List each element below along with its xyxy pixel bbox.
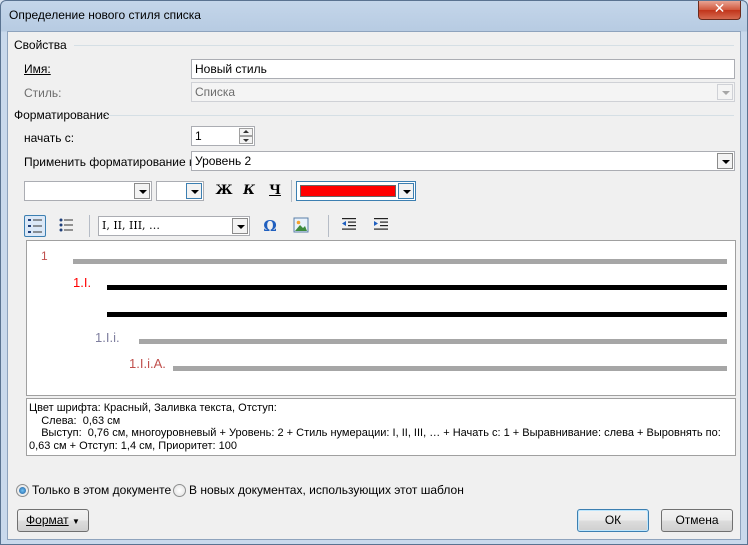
numbered-list-icon xyxy=(28,219,42,233)
format-button[interactable]: Формат ▼ xyxy=(17,509,89,532)
preview-level-1-line xyxy=(73,259,727,264)
caret-down-icon: ▼ xyxy=(72,517,80,526)
formatting-section-title: Форматирование xyxy=(14,108,110,122)
preview-level-3-line xyxy=(139,339,727,344)
preview-level-4-label: 1.I.i.A. xyxy=(129,356,166,371)
spin-up-icon[interactable] xyxy=(239,128,253,136)
spin-buttons[interactable] xyxy=(239,128,253,144)
window-title: Определение нового стиля списка xyxy=(9,8,201,22)
apply-to-select[interactable]: Уровень 2 xyxy=(191,151,735,171)
chevron-down-icon[interactable] xyxy=(717,153,733,169)
only-this-document-radio[interactable] xyxy=(16,484,29,497)
close-button[interactable]: ✕ xyxy=(698,1,741,20)
insert-symbol-button[interactable]: Ω xyxy=(259,215,281,237)
bulleted-list-icon xyxy=(59,218,73,232)
dialog-client: Свойства Имя: Новый стиль Стиль: Списка … xyxy=(7,31,741,540)
description-line: Цвет шрифта: Красный, Заливка текста, От… xyxy=(29,402,277,414)
increase-indent-button[interactable] xyxy=(372,216,392,236)
name-input[interactable]: Новый стиль xyxy=(191,59,735,79)
bulleted-list-button[interactable] xyxy=(56,215,78,237)
font-color-swatch xyxy=(300,185,396,197)
chevron-down-icon[interactable] xyxy=(398,183,414,199)
chevron-down-icon[interactable] xyxy=(186,183,202,199)
toolbar-separator xyxy=(328,215,329,237)
close-icon: ✕ xyxy=(713,1,726,17)
chevron-down-icon[interactable] xyxy=(134,183,150,199)
properties-separator xyxy=(74,45,734,46)
numbering-style-value: I, II, III, … xyxy=(102,219,161,232)
chevron-down-icon xyxy=(717,84,733,100)
style-label: Стиль: xyxy=(24,86,62,100)
preview-level-2-line-2 xyxy=(107,312,727,317)
preview-level-2-line xyxy=(107,285,727,290)
chevron-down-icon[interactable] xyxy=(232,218,248,234)
properties-section-title: Свойства xyxy=(14,38,67,52)
preview-level-1-label: 1 xyxy=(41,249,48,263)
description-line: Слева: 0,63 см xyxy=(29,414,121,427)
toolbar-separator xyxy=(291,180,292,202)
toolbar-separator xyxy=(89,215,90,237)
picture-icon xyxy=(293,217,309,233)
underline-button[interactable]: Ч xyxy=(264,180,286,202)
decrease-indent-icon xyxy=(342,218,356,230)
only-this-document-label[interactable]: Только в этом документе xyxy=(32,483,171,497)
apply-label: Применить форматирование к: xyxy=(24,155,198,169)
preview-level-2-label: 1.I. xyxy=(73,275,92,290)
name-label-text: Имя: xyxy=(24,62,51,76)
new-documents-label[interactable]: В новых документах, использующих этот ша… xyxy=(189,483,464,497)
cancel-button[interactable]: Отмена xyxy=(661,509,733,532)
style-description: Цвет шрифта: Красный, Заливка текста, От… xyxy=(26,398,736,456)
format-button-label: Формат xyxy=(26,513,69,527)
description-line: Выступ: 0,76 см, многоуровневый + Уровен… xyxy=(29,427,721,439)
font-name-select[interactable] xyxy=(24,181,152,201)
numbered-list-button[interactable] xyxy=(24,215,46,237)
font-size-select[interactable] xyxy=(156,181,204,201)
increase-indent-icon xyxy=(374,218,388,230)
style-select-value: Списка xyxy=(195,85,236,99)
start-value: 1 xyxy=(195,129,202,143)
italic-button[interactable]: К xyxy=(238,180,260,202)
preview-level-3-label: 1.I.i. xyxy=(95,330,120,345)
title-bar[interactable]: Определение нового стиля списка ✕ xyxy=(1,1,747,31)
insert-picture-button[interactable] xyxy=(292,216,312,236)
dialog-window: Определение нового стиля списка ✕ Свойст… xyxy=(0,0,748,545)
name-label: Имя: xyxy=(24,62,51,76)
font-color-picker[interactable] xyxy=(296,181,416,201)
formatting-separator xyxy=(106,115,734,116)
list-preview: 1 1.I. 1.I.i. 1.I.i.A. xyxy=(26,240,736,396)
decrease-indent-button[interactable] xyxy=(340,216,360,236)
bold-button[interactable]: Ж xyxy=(213,180,235,202)
new-documents-radio[interactable] xyxy=(173,484,186,497)
spin-down-icon[interactable] xyxy=(239,136,253,144)
start-label: начать с: xyxy=(24,131,75,145)
preview-level-4-line xyxy=(173,366,727,371)
start-spinner[interactable]: 1 xyxy=(191,126,255,146)
ok-button[interactable]: ОК xyxy=(577,509,649,532)
numbering-style-select[interactable]: I, II, III, … xyxy=(98,216,250,236)
apply-to-value: Уровень 2 xyxy=(195,154,252,168)
description-line: 0,63 см + Отступ: 1,4 см, Приоритет: 100 xyxy=(29,439,238,452)
style-select[interactable]: Списка xyxy=(191,82,735,102)
